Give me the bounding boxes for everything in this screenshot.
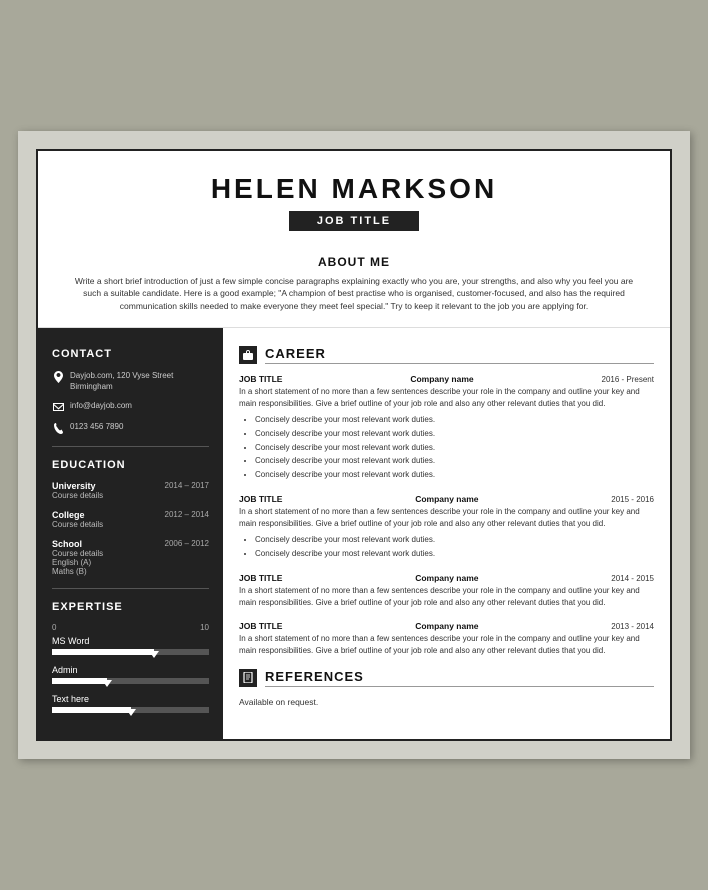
job-title-3: JOB TITLE (239, 573, 282, 583)
job-header-3: JOB TITLE Company name 2014 - 2015 (239, 573, 654, 583)
phone-text: 0123 456 7890 (70, 421, 123, 432)
main-content: CAREER JOB TITLE Company name 2016 - Pre… (223, 328, 670, 739)
job-desc-4: In a short statement of no more than a f… (239, 633, 654, 657)
bullet-item: Concisely describe your most relevant wo… (255, 414, 654, 427)
skill-marker-text (126, 709, 136, 716)
skill-text: Text here (52, 694, 209, 713)
job-dates-2: 2015 - 2016 (611, 495, 654, 504)
job-entry-4: JOB TITLE Company name 2013 - 2014 In a … (239, 621, 654, 657)
address-item: Dayjob.com, 120 Vyse Street Birmingham (52, 370, 209, 392)
edu-course-school: Course detailsEnglish (A)Maths (B) (52, 549, 209, 576)
page-wrapper: HELEN MARKSON JOB TITLE ABOUT ME Write a… (18, 131, 690, 760)
skill-msword: MS Word (52, 636, 209, 655)
job-dates-4: 2013 - 2014 (611, 622, 654, 631)
job-desc-3: In a short statement of no more than a f… (239, 585, 654, 609)
bullet-item: Concisely describe your most relevant wo… (255, 455, 654, 468)
job-title-2: JOB TITLE (239, 494, 282, 504)
phone-icon (52, 422, 64, 434)
skill-bar-text (52, 707, 209, 713)
about-text: Write a short brief introduction of just… (68, 275, 640, 313)
edu-name-school: School (52, 539, 82, 549)
about-section: ABOUT ME Write a short brief introductio… (38, 245, 670, 328)
job-entry-2: JOB TITLE Company name 2015 - 2016 In a … (239, 494, 654, 561)
email-icon (52, 401, 64, 413)
references-icon (239, 669, 257, 687)
skill-min: 0 (52, 623, 56, 632)
career-icon (239, 346, 257, 364)
references-header: REFERENCES (239, 669, 654, 687)
resume-document: HELEN MARKSON JOB TITLE ABOUT ME Write a… (36, 149, 672, 742)
skill-scale: 0 10 (52, 623, 209, 632)
job-entry-1: JOB TITLE Company name 2016 - Present In… (239, 374, 654, 482)
bullet-item: Concisely describe your most relevant wo… (255, 469, 654, 482)
job-bullets-2: Concisely describe your most relevant wo… (239, 534, 654, 561)
job-title-4: JOB TITLE (239, 621, 282, 631)
edu-item-school: School 2006 – 2012 Course detailsEnglish… (52, 539, 209, 576)
references-text: Available on request. (239, 697, 654, 707)
bullet-item: Concisely describe your most relevant wo… (255, 548, 654, 561)
edu-date-school: 2006 – 2012 (165, 539, 210, 548)
address-text: Dayjob.com, 120 Vyse Street Birmingham (70, 370, 209, 392)
job-dates-1: 2016 - Present (602, 375, 654, 384)
bullet-item: Concisely describe your most relevant wo… (255, 442, 654, 455)
skill-bar-admin (52, 678, 209, 684)
job-header-4: JOB TITLE Company name 2013 - 2014 (239, 621, 654, 631)
phone-item: 0123 456 7890 (52, 421, 209, 434)
job-desc-1: In a short statement of no more than a f… (239, 386, 654, 410)
divider-2 (52, 588, 209, 589)
skill-name-admin: Admin (52, 665, 209, 675)
job-entry-3: JOB TITLE Company name 2014 - 2015 In a … (239, 573, 654, 609)
divider-1 (52, 446, 209, 447)
expertise-title: EXPERTISE (52, 601, 209, 613)
job-company-2: Company name (415, 494, 478, 504)
about-heading: ABOUT ME (68, 255, 640, 269)
contact-title: CONTACT (52, 348, 209, 360)
edu-item-college: College 2012 – 2014 Course details (52, 510, 209, 529)
body-container: CONTACT Dayjob.com, 120 Vyse Street Birm… (38, 328, 670, 739)
skill-name-text: Text here (52, 694, 209, 704)
skill-name-msword: MS Word (52, 636, 209, 646)
career-header: CAREER (239, 346, 654, 364)
bullet-item: Concisely describe your most relevant wo… (255, 428, 654, 441)
edu-course-college: Course details (52, 520, 209, 529)
edu-name-university: University (52, 481, 96, 491)
skill-admin: Admin (52, 665, 209, 684)
job-header-1: JOB TITLE Company name 2016 - Present (239, 374, 654, 384)
job-desc-2: In a short statement of no more than a f… (239, 506, 654, 530)
job-company-4: Company name (415, 621, 478, 631)
education-title: EDUCATION (52, 459, 209, 471)
skill-fill-text (52, 707, 131, 713)
edu-name-college: College (52, 510, 85, 520)
edu-course-university: Course details (52, 491, 209, 500)
job-title-1: JOB TITLE (239, 374, 282, 384)
edu-date-university: 2014 – 2017 (165, 481, 210, 490)
bullet-item: Concisely describe your most relevant wo… (255, 534, 654, 547)
email-text: info@dayjob.com (70, 400, 132, 411)
resume-header: HELEN MARKSON JOB TITLE (38, 151, 670, 245)
location-icon (52, 371, 64, 383)
email-item: info@dayjob.com (52, 400, 209, 413)
skill-marker-msword (149, 651, 159, 658)
job-bullets-1: Concisely describe your most relevant wo… (239, 414, 654, 482)
skill-bar-msword (52, 649, 209, 655)
edu-date-college: 2012 – 2014 (165, 510, 210, 519)
job-company-3: Company name (415, 573, 478, 583)
candidate-name: HELEN MARKSON (58, 173, 650, 205)
job-dates-3: 2014 - 2015 (611, 574, 654, 583)
job-header-2: JOB TITLE Company name 2015 - 2016 (239, 494, 654, 504)
sidebar: CONTACT Dayjob.com, 120 Vyse Street Birm… (38, 328, 223, 739)
skill-max: 10 (200, 623, 209, 632)
references-section-title: REFERENCES (265, 669, 654, 687)
skill-marker-admin (102, 680, 112, 687)
skill-fill-admin (52, 678, 107, 684)
job-company-1: Company name (410, 374, 473, 384)
career-section-title: CAREER (265, 346, 654, 364)
job-title-bar: JOB TITLE (289, 211, 419, 231)
skill-fill-msword (52, 649, 154, 655)
edu-item-university: University 2014 – 2017 Course details (52, 481, 209, 500)
